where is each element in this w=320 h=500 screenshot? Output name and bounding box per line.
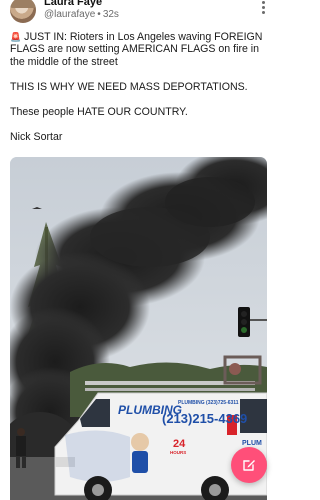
author-handle[interactable]: @laurafaye xyxy=(44,9,95,20)
post-line-1: JUST IN: Rioters in Los Angeles waving F… xyxy=(10,31,263,68)
van-side-label: PLUM xyxy=(242,440,262,447)
post-paragraph-3: These people HATE OUR COUNTRY. xyxy=(10,105,188,118)
van-number-sub-text: HOURS xyxy=(170,450,186,455)
van-number-text: 24 xyxy=(173,438,186,450)
post-image[interactable]: PLUMBING PLUMBING (323)725-6311 (213)215… xyxy=(10,157,267,500)
post-paragraph-4: Nick Sortar xyxy=(10,130,63,143)
van-small-text: PLUMBING (323)725-6311 xyxy=(178,400,239,406)
meta-separator: • xyxy=(97,9,101,20)
avatar-hair xyxy=(10,0,36,8)
author-name[interactable]: Laura Faye xyxy=(44,0,102,8)
van-phone-text: (213)215-4369 xyxy=(162,411,247,426)
avatar[interactable] xyxy=(10,0,36,23)
compose-icon xyxy=(243,460,255,471)
siren-emoji: 🚨 xyxy=(10,32,22,42)
post-header: Laura Faye @laurafaye • 32s xyxy=(0,0,277,26)
post-paragraph-2: THIS IS WHY WE NEED MASS DEPORTATIONS. xyxy=(10,80,248,93)
post-time: 32s xyxy=(102,9,119,20)
post-paragraph-1: 🚨 JUST IN: Rioters in Los Angeles waving… xyxy=(10,31,268,68)
more-vertical-icon[interactable] xyxy=(259,1,267,17)
author-meta: @laurafaye • 32s xyxy=(44,9,119,20)
post-text: 🚨 JUST IN: Rioters in Los Angeles waving… xyxy=(10,31,268,155)
street-fire-photo: PLUMBING PLUMBING (323)725-6311 (213)215… xyxy=(10,157,267,500)
compose-button[interactable] xyxy=(231,447,267,483)
